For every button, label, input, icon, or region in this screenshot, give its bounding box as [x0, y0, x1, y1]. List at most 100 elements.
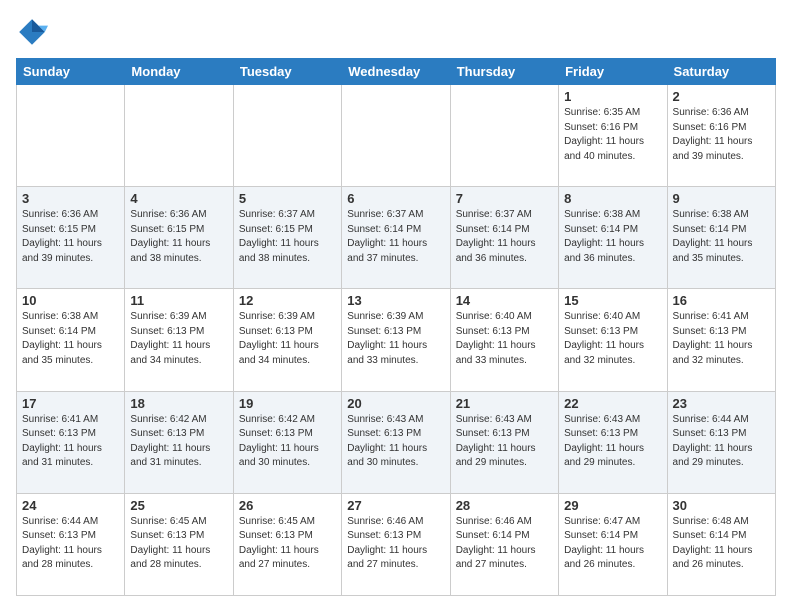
day-info: Sunrise: 6:36 AMSunset: 6:15 PMDaylight:…	[22, 208, 119, 266]
calendar-cell: 12Sunrise: 6:39 AMSunset: 6:13 PMDayligh…	[233, 289, 341, 391]
day-number: 9	[673, 191, 770, 206]
day-info: Sunrise: 6:39 AMSunset: 6:13 PMDaylight:…	[239, 310, 336, 368]
calendar-cell: 14 Sunrise: 6:40 AMSunset: 6:13 PMDayligh…	[450, 289, 558, 391]
day-info: Sunrise: 6:36 AMSunset: 6:16 PMDaylight:…	[673, 106, 770, 164]
calendar-cell: 10 Sunrise: 6:38 AMSunset: 6:14 PMDayligh…	[17, 289, 125, 391]
day-info: Sunrise: 6:43 AMSunset: 6:13 PMDaylight:…	[456, 413, 553, 471]
day-number: 7	[456, 191, 553, 206]
day-info: Sunrise: 6:44 AMSunset: 6:13 PMDaylight:…	[22, 515, 119, 573]
calendar-cell: 19 Sunrise: 6:42 AMSunset: 6:13 PMDayligh…	[233, 391, 341, 493]
day-info: Sunrise: 6:37 AMSunset: 6:15 PMDaylight:…	[239, 208, 336, 266]
weekday-wednesday: Wednesday	[342, 59, 450, 85]
day-info: Sunrise: 6:39 AMSunset: 6:13 PMDaylight:…	[347, 310, 444, 368]
calendar-cell: 20 Sunrise: 6:43 AMSunset: 6:13 PMDayligh…	[342, 391, 450, 493]
calendar-cell: 26Sunrise: 6:45 AMSunset: 6:13 PMDayligh…	[233, 493, 341, 595]
day-number: 1	[564, 89, 661, 104]
day-info: Sunrise: 6:45 AMSunset: 6:13 PMDaylight:…	[130, 515, 227, 573]
weekday-monday: Monday	[125, 59, 233, 85]
day-number: 16	[673, 293, 770, 308]
calendar-cell	[450, 85, 558, 187]
calendar-cell: 29 Sunrise: 6:47 AMSunset: 6:14 PMDayligh…	[559, 493, 667, 595]
day-number: 13	[347, 293, 444, 308]
day-number: 10	[22, 293, 119, 308]
day-number: 21	[456, 396, 553, 411]
day-info: Sunrise: 6:38 AMSunset: 6:14 PMDaylight:…	[22, 310, 119, 368]
calendar-cell	[342, 85, 450, 187]
calendar-cell: 17 Sunrise: 6:41 AMSunset: 6:13 PMDayligh…	[17, 391, 125, 493]
day-number: 17	[22, 396, 119, 411]
calendar-cell: 21 Sunrise: 6:43 AMSunset: 6:13 PMDayligh…	[450, 391, 558, 493]
calendar-cell: 8Sunrise: 6:38 AMSunset: 6:14 PMDaylight…	[559, 187, 667, 289]
day-info: Sunrise: 6:41 AMSunset: 6:13 PMDaylight:…	[673, 310, 770, 368]
day-info: Sunrise: 6:37 AMSunset: 6:14 PMDaylight:…	[347, 208, 444, 266]
calendar-cell	[17, 85, 125, 187]
day-number: 4	[130, 191, 227, 206]
day-info: Sunrise: 6:42 AMSunset: 6:13 PMDaylight:…	[130, 413, 227, 471]
week-row-5: 24 Sunrise: 6:44 AMSunset: 6:13 PMDayligh…	[17, 493, 776, 595]
day-info: Sunrise: 6:45 AMSunset: 6:13 PMDaylight:…	[239, 515, 336, 573]
weekday-saturday: Saturday	[667, 59, 775, 85]
calendar-cell: 4 Sunrise: 6:36 AMSunset: 6:15 PMDaylight…	[125, 187, 233, 289]
calendar-cell	[233, 85, 341, 187]
calendar-cell: 3Sunrise: 6:36 AMSunset: 6:15 PMDaylight…	[17, 187, 125, 289]
calendar-cell: 18 Sunrise: 6:42 AMSunset: 6:13 PMDayligh…	[125, 391, 233, 493]
day-info: Sunrise: 6:35 AMSunset: 6:16 PMDaylight:…	[564, 106, 661, 164]
page: SundayMondayTuesdayWednesdayThursdayFrid…	[0, 0, 792, 612]
weekday-header-row: SundayMondayTuesdayWednesdayThursdayFrid…	[17, 59, 776, 85]
weekday-tuesday: Tuesday	[233, 59, 341, 85]
calendar-cell: 9 Sunrise: 6:38 AMSunset: 6:14 PMDaylight…	[667, 187, 775, 289]
day-info: Sunrise: 6:39 AMSunset: 6:13 PMDaylight:…	[130, 310, 227, 368]
day-info: Sunrise: 6:36 AMSunset: 6:15 PMDaylight:…	[130, 208, 227, 266]
day-number: 27	[347, 498, 444, 513]
day-info: Sunrise: 6:42 AMSunset: 6:13 PMDaylight:…	[239, 413, 336, 471]
week-row-3: 10 Sunrise: 6:38 AMSunset: 6:14 PMDayligh…	[17, 289, 776, 391]
day-info: Sunrise: 6:43 AMSunset: 6:13 PMDaylight:…	[347, 413, 444, 471]
day-info: Sunrise: 6:40 AMSunset: 6:13 PMDaylight:…	[456, 310, 553, 368]
calendar-cell: 6Sunrise: 6:37 AMSunset: 6:14 PMDaylight…	[342, 187, 450, 289]
day-number: 15	[564, 293, 661, 308]
logo	[16, 16, 52, 48]
week-row-4: 17 Sunrise: 6:41 AMSunset: 6:13 PMDayligh…	[17, 391, 776, 493]
day-info: Sunrise: 6:41 AMSunset: 6:13 PMDaylight:…	[22, 413, 119, 471]
week-row-1: 1 Sunrise: 6:35 AMSunset: 6:16 PMDaylight…	[17, 85, 776, 187]
day-info: Sunrise: 6:43 AMSunset: 6:13 PMDaylight:…	[564, 413, 661, 471]
week-row-2: 3Sunrise: 6:36 AMSunset: 6:15 PMDaylight…	[17, 187, 776, 289]
calendar-cell: 24 Sunrise: 6:44 AMSunset: 6:13 PMDayligh…	[17, 493, 125, 595]
day-info: Sunrise: 6:38 AMSunset: 6:14 PMDaylight:…	[673, 208, 770, 266]
calendar-cell: 2 Sunrise: 6:36 AMSunset: 6:16 PMDaylight…	[667, 85, 775, 187]
day-info: Sunrise: 6:47 AMSunset: 6:14 PMDaylight:…	[564, 515, 661, 573]
calendar-cell: 15 Sunrise: 6:40 AMSunset: 6:13 PMDayligh…	[559, 289, 667, 391]
day-number: 24	[22, 498, 119, 513]
day-number: 28	[456, 498, 553, 513]
calendar-cell: 5 Sunrise: 6:37 AMSunset: 6:15 PMDaylight…	[233, 187, 341, 289]
day-info: Sunrise: 6:46 AMSunset: 6:13 PMDaylight:…	[347, 515, 444, 573]
day-number: 19	[239, 396, 336, 411]
calendar-cell: 7 Sunrise: 6:37 AMSunset: 6:14 PMDaylight…	[450, 187, 558, 289]
day-number: 30	[673, 498, 770, 513]
day-number: 18	[130, 396, 227, 411]
day-number: 2	[673, 89, 770, 104]
logo-icon	[16, 16, 48, 48]
day-number: 8	[564, 191, 661, 206]
calendar-cell: 23Sunrise: 6:44 AMSunset: 6:13 PMDayligh…	[667, 391, 775, 493]
calendar-table: SundayMondayTuesdayWednesdayThursdayFrid…	[16, 58, 776, 596]
day-info: Sunrise: 6:37 AMSunset: 6:14 PMDaylight:…	[456, 208, 553, 266]
day-number: 5	[239, 191, 336, 206]
day-number: 22	[564, 396, 661, 411]
calendar-cell: 28Sunrise: 6:46 AMSunset: 6:14 PMDayligh…	[450, 493, 558, 595]
weekday-sunday: Sunday	[17, 59, 125, 85]
calendar-cell	[125, 85, 233, 187]
day-number: 20	[347, 396, 444, 411]
day-number: 25	[130, 498, 227, 513]
calendar-cell: 27 Sunrise: 6:46 AMSunset: 6:13 PMDayligh…	[342, 493, 450, 595]
calendar-cell: 11Sunrise: 6:39 AMSunset: 6:13 PMDayligh…	[125, 289, 233, 391]
day-number: 14	[456, 293, 553, 308]
calendar-cell: 13 Sunrise: 6:39 AMSunset: 6:13 PMDayligh…	[342, 289, 450, 391]
calendar-cell: 30Sunrise: 6:48 AMSunset: 6:14 PMDayligh…	[667, 493, 775, 595]
weekday-friday: Friday	[559, 59, 667, 85]
day-info: Sunrise: 6:40 AMSunset: 6:13 PMDaylight:…	[564, 310, 661, 368]
header	[16, 16, 776, 48]
day-info: Sunrise: 6:44 AMSunset: 6:13 PMDaylight:…	[673, 413, 770, 471]
day-number: 29	[564, 498, 661, 513]
calendar-cell: 25 Sunrise: 6:45 AMSunset: 6:13 PMDayligh…	[125, 493, 233, 595]
